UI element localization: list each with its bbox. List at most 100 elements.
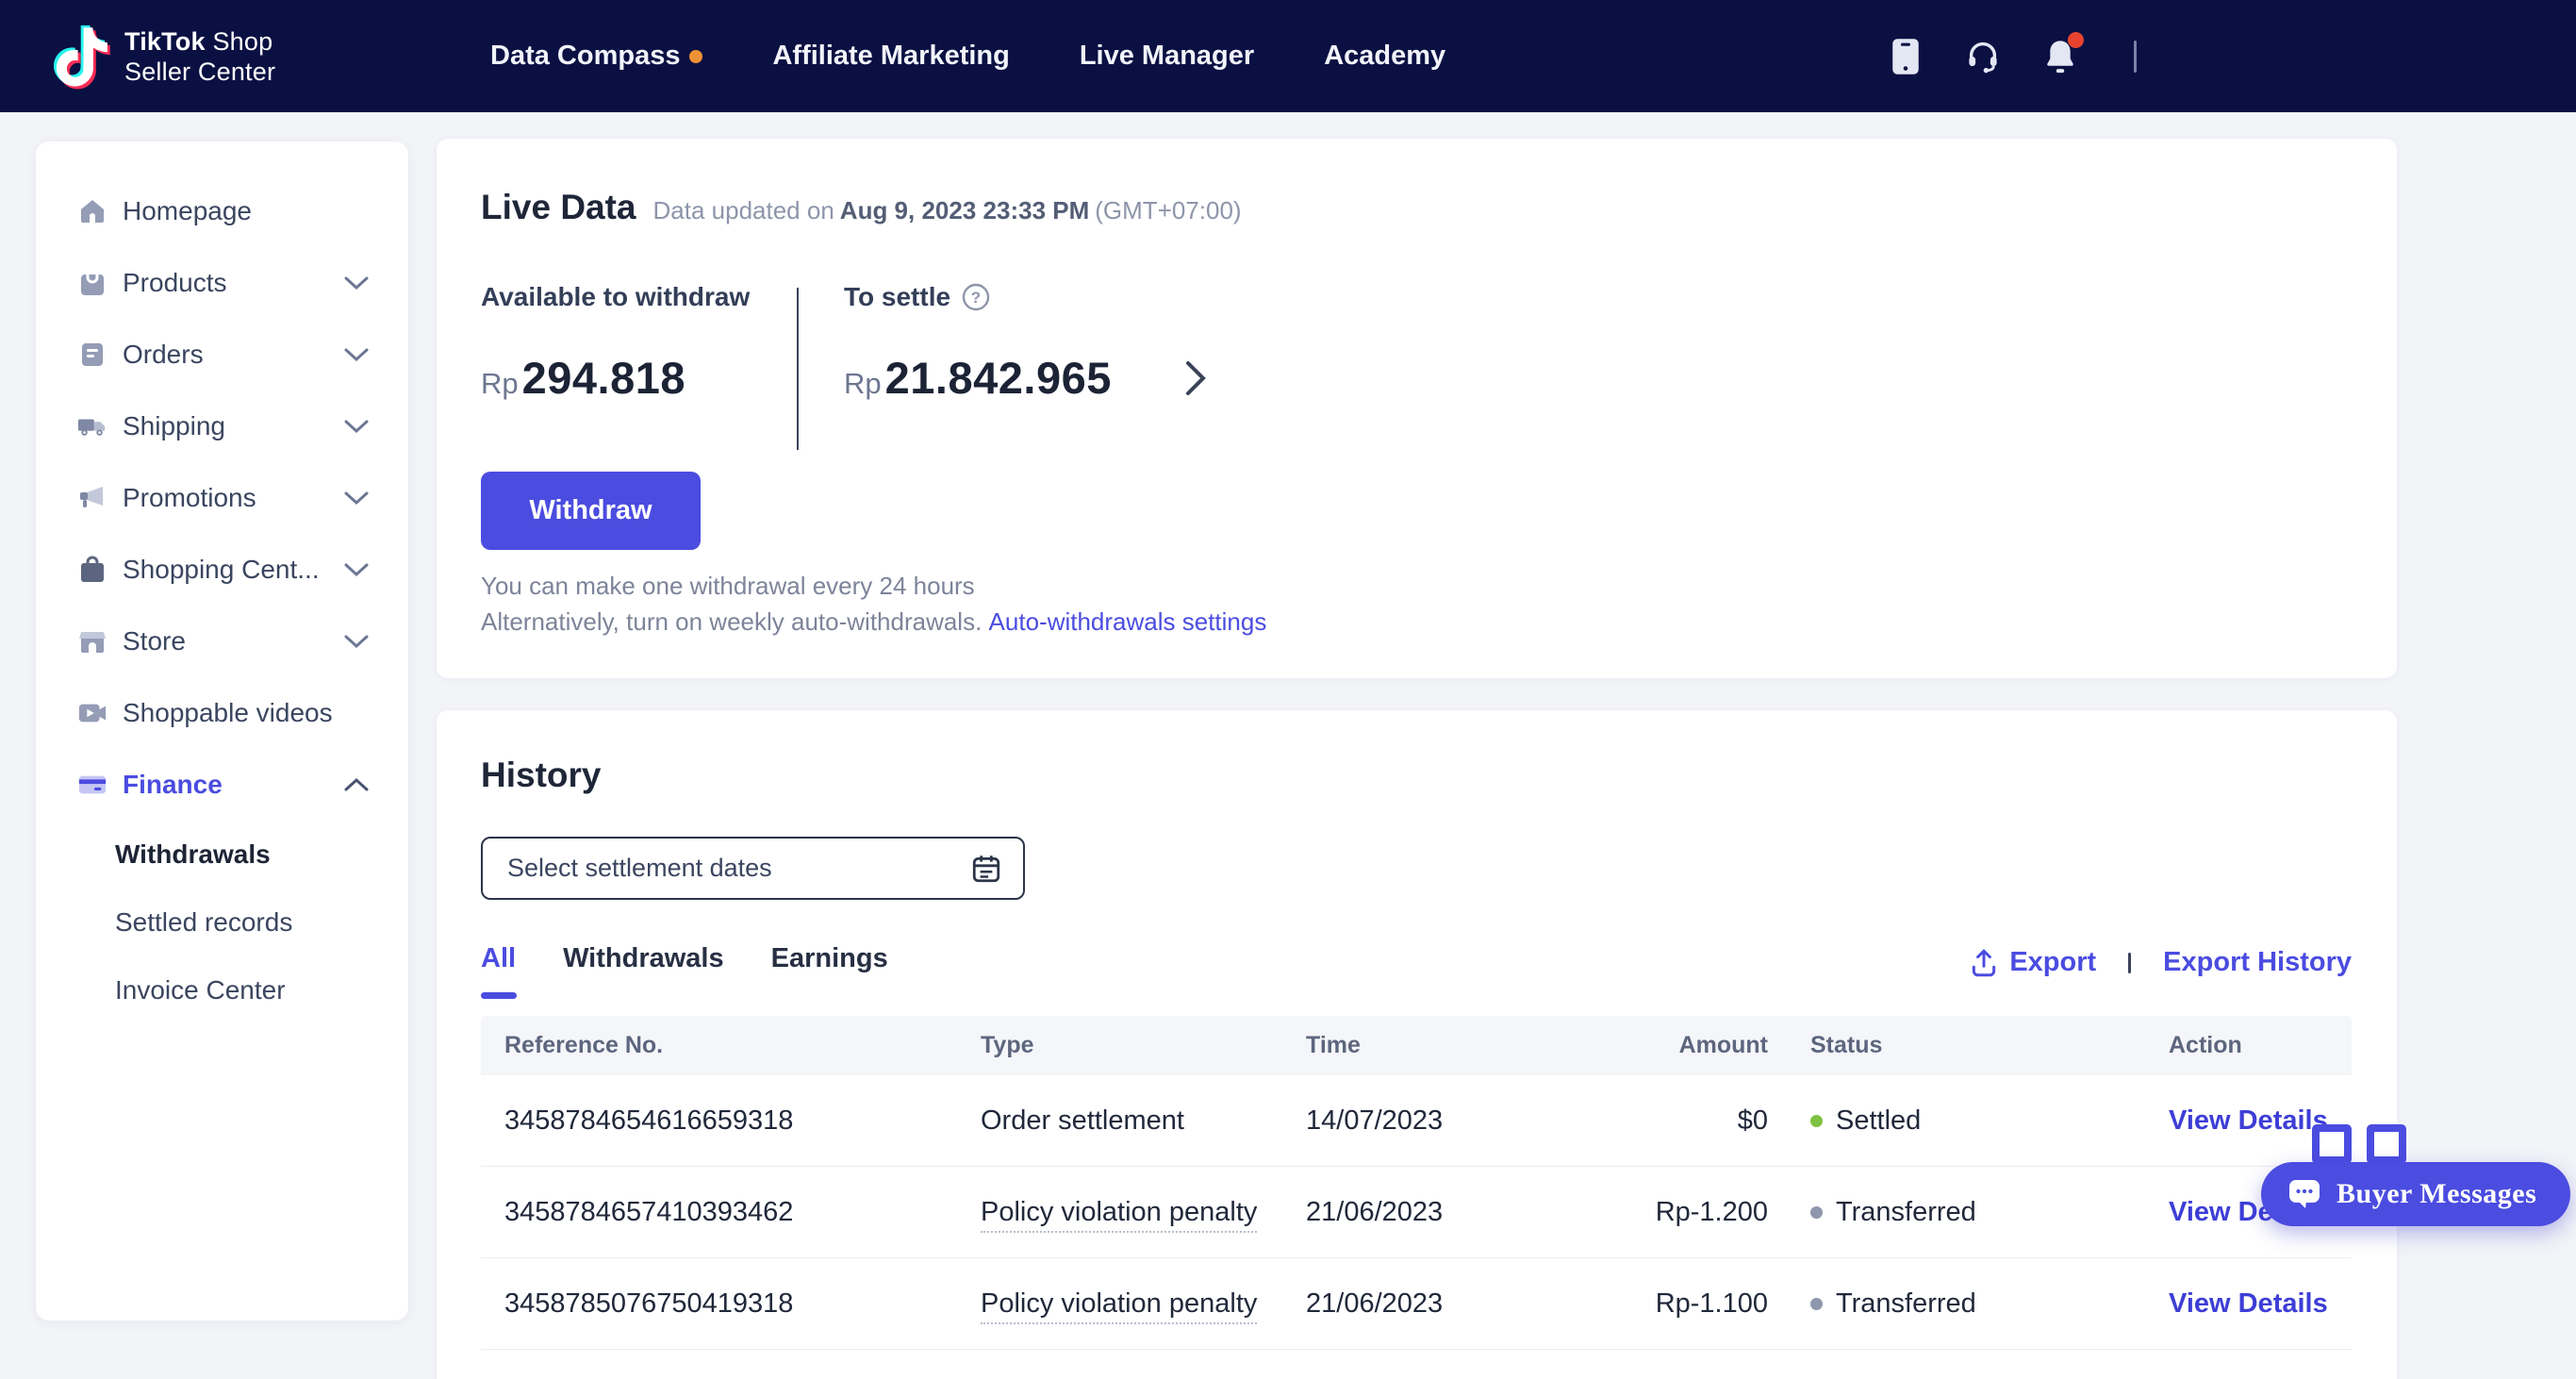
new-feature-dot bbox=[689, 50, 702, 63]
sidebar-subitem-withdrawals[interactable]: Withdrawals bbox=[36, 821, 408, 889]
cell-reference: 3458785076750419318 bbox=[504, 1288, 981, 1320]
nav-item-live-manager[interactable]: Live Manager bbox=[1080, 41, 1254, 72]
cell-time: 14/07/2023 bbox=[1306, 1105, 1589, 1137]
table-row: 3458784654616659318 Order settlement 14/… bbox=[481, 1075, 2352, 1167]
notification-badge-dot bbox=[2068, 32, 2084, 48]
export-history-button[interactable]: Export History bbox=[2163, 947, 2352, 978]
top-navbar: TikTok Shop Seller Center Data Compass A… bbox=[0, 0, 2576, 112]
sidebar-item-homepage[interactable]: Homepage bbox=[36, 175, 408, 247]
view-details-link[interactable]: View Details bbox=[2169, 1288, 2328, 1319]
status-dot-settled bbox=[1810, 1115, 1823, 1127]
col-reference: Reference No. bbox=[504, 1032, 981, 1059]
status-dot-transferred bbox=[1810, 1298, 1823, 1310]
data-updated-text: Data updated onAug 9, 2023 23:33 PM(GMT+… bbox=[653, 196, 1242, 225]
chevron-down-icon bbox=[344, 347, 369, 362]
notification-bell-icon[interactable] bbox=[2043, 40, 2077, 74]
settle-currency: Rp bbox=[844, 367, 882, 401]
navbar-divider bbox=[2134, 41, 2137, 73]
chat-bubble-icon bbox=[2287, 1178, 2321, 1210]
settle-details-chevron-right-icon[interactable] bbox=[1183, 359, 1208, 397]
cell-time: 21/06/2023 bbox=[1306, 1288, 1589, 1320]
to-settle-label: To settle bbox=[844, 282, 950, 312]
sidebar-item-shipping[interactable]: Shipping bbox=[36, 390, 408, 462]
cell-status: Transferred bbox=[1768, 1288, 2126, 1320]
tiktok-note-icon bbox=[53, 17, 111, 96]
tab-withdrawals[interactable]: Withdrawals bbox=[563, 943, 724, 999]
settle-amount: 21.842.965 bbox=[885, 352, 1112, 404]
mobile-icon[interactable] bbox=[1889, 40, 1923, 74]
headset-support-icon[interactable] bbox=[1966, 40, 2000, 74]
seller-center-app: TikTok Shop Seller Center Data Compass A… bbox=[0, 0, 2576, 1379]
available-to-withdraw-block: Available to withdraw Rp 294.818 bbox=[481, 282, 797, 450]
withdrawal-notes: You can make one withdrawal every 24 hou… bbox=[481, 568, 1266, 640]
export-divider bbox=[2128, 953, 2131, 973]
navbar-utilities bbox=[1889, 0, 2576, 112]
cell-status: Transferred bbox=[1768, 1197, 2126, 1228]
sidebar-item-products[interactable]: Products bbox=[36, 247, 408, 319]
sidebar-subitem-settled-records[interactable]: Settled records bbox=[36, 889, 408, 956]
history-title: History bbox=[481, 756, 2352, 795]
cell-amount: Rp-1.200 bbox=[1589, 1197, 1768, 1228]
settlement-dates-input[interactable] bbox=[481, 837, 1025, 900]
nav-item-affiliate-marketing[interactable]: Affiliate Marketing bbox=[772, 41, 1009, 72]
buyer-messages-button[interactable]: Buyer Messages bbox=[2261, 1162, 2570, 1226]
chevron-down-icon bbox=[344, 634, 369, 649]
tiktok-shop-logo[interactable]: TikTok Shop Seller Center bbox=[53, 17, 275, 96]
cell-action: View Details bbox=[2126, 1288, 2352, 1320]
col-action: Action bbox=[2126, 1032, 2352, 1059]
storefront-icon bbox=[77, 626, 107, 656]
home-icon bbox=[77, 196, 107, 226]
settlement-date-picker bbox=[481, 837, 1025, 900]
table-row: 3458785076750419318 Policy violation pen… bbox=[481, 1258, 2352, 1350]
sidebar-item-shoppable-videos[interactable]: Shoppable videos bbox=[36, 677, 408, 749]
col-type: Type bbox=[981, 1032, 1306, 1059]
withdraw-button[interactable]: Withdraw bbox=[481, 472, 701, 550]
auto-withdrawals-settings-link[interactable]: Auto-withdrawals settings bbox=[989, 607, 1267, 636]
available-label: Available to withdraw bbox=[481, 282, 797, 312]
live-data-title: Live Data bbox=[481, 188, 636, 227]
nav-item-data-compass[interactable]: Data Compass bbox=[490, 41, 702, 72]
cell-type: Policy violation penalty bbox=[981, 1288, 1306, 1320]
chevron-up-icon bbox=[344, 777, 369, 792]
chevron-down-icon bbox=[344, 562, 369, 577]
note-line-2: Alternatively, turn on weekly auto-withd… bbox=[481, 607, 982, 636]
status-dot-transferred bbox=[1810, 1206, 1823, 1219]
nav-item-academy[interactable]: Academy bbox=[1324, 41, 1445, 72]
tab-all[interactable]: All bbox=[481, 943, 516, 999]
sidebar-item-shopping-center[interactable]: Shopping Cent... bbox=[36, 534, 408, 606]
chevron-down-icon bbox=[344, 490, 369, 506]
export-button[interactable]: Export bbox=[1970, 947, 2096, 978]
tab-earnings[interactable]: Earnings bbox=[771, 943, 888, 999]
available-currency: Rp bbox=[481, 367, 519, 401]
brand-text: TikTok Shop Seller Center bbox=[124, 26, 275, 87]
history-tabs-row: All Withdrawals Earnings Export Export H… bbox=[481, 943, 2352, 999]
cell-amount: Rp-1.100 bbox=[1589, 1288, 1768, 1320]
balances-row: Available to withdraw Rp 294.818 To sett… bbox=[481, 282, 2352, 450]
sidebar-item-store[interactable]: Store bbox=[36, 606, 408, 677]
shopping-center-bag-icon bbox=[77, 555, 107, 585]
sidebar-subitem-invoice-center[interactable]: Invoice Center bbox=[36, 956, 408, 1024]
sidebar-item-finance[interactable]: Finance bbox=[36, 749, 408, 821]
cell-type: Order settlement bbox=[981, 1105, 1306, 1137]
cell-amount: $0 bbox=[1589, 1105, 1768, 1137]
available-amount: 294.818 bbox=[522, 352, 685, 404]
sidebar-nav: Homepage Products Orders Shipping Promot… bbox=[36, 141, 408, 1321]
video-camera-icon bbox=[77, 698, 107, 728]
sidebar-item-orders[interactable]: Orders bbox=[36, 319, 408, 390]
balance-divider bbox=[797, 288, 799, 450]
history-card: History All Withdrawals Earnings Export … bbox=[437, 710, 2397, 1379]
cell-status: Settled bbox=[1768, 1105, 2126, 1137]
live-data-card: Live Data Data updated onAug 9, 2023 23:… bbox=[437, 139, 2397, 678]
chevron-down-icon bbox=[344, 419, 369, 434]
cell-reference: 3458784657410393462 bbox=[504, 1197, 981, 1228]
col-amount: Amount bbox=[1589, 1032, 1768, 1059]
svg-text:?: ? bbox=[971, 289, 981, 307]
shipping-truck-icon bbox=[77, 411, 107, 441]
primary-nav: Data Compass Affiliate Marketing Live Ma… bbox=[490, 0, 1445, 112]
table-header-row: Reference No. Type Time Amount Status Ac… bbox=[481, 1016, 2352, 1075]
cell-type: Policy violation penalty bbox=[981, 1197, 1306, 1228]
col-status: Status bbox=[1768, 1032, 2126, 1059]
sidebar-item-promotions[interactable]: Promotions bbox=[36, 462, 408, 534]
view-details-link[interactable]: View Details bbox=[2169, 1105, 2328, 1136]
help-question-icon[interactable]: ? bbox=[962, 283, 990, 311]
